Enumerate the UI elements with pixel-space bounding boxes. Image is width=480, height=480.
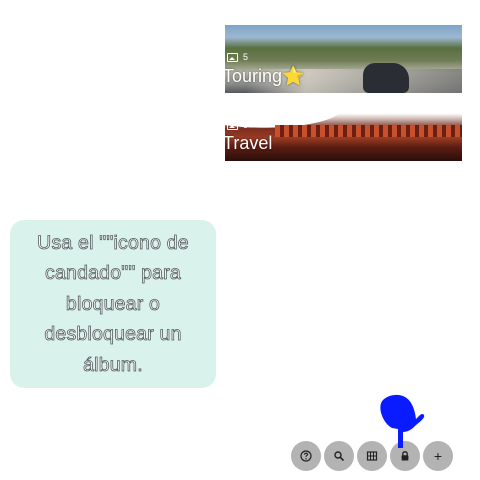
plus-icon: + — [433, 448, 443, 464]
hint-tooltip: Usa el ""icono de candado"" para bloquea… — [10, 220, 216, 388]
photo-icon — [227, 120, 238, 130]
lock-icon — [401, 451, 409, 461]
album-cover-motorcycle — [363, 63, 409, 93]
album-count: 5 — [243, 52, 249, 62]
hand-pointer-icon — [380, 394, 425, 448]
album-title: Travel — [225, 133, 273, 153]
album-card-travel[interactable]: 5 Travel — [225, 93, 462, 161]
album-list: 5 Touring⭐ 5 Travel — [225, 25, 462, 161]
album-title: Touring⭐ — [225, 66, 305, 86]
album-meta: 5 — [227, 120, 248, 130]
search-button[interactable] — [324, 441, 354, 471]
help-icon — [300, 450, 312, 462]
album-cover-pier — [275, 125, 462, 137]
album-card-touring[interactable]: 5 Touring⭐ — [225, 25, 462, 93]
photo-icon — [227, 52, 238, 62]
album-count: 5 — [243, 120, 249, 130]
grid-icon — [366, 451, 378, 461]
album-meta: 5 — [227, 52, 248, 62]
hint-text: Usa el ""icono de candado"" para bloquea… — [37, 231, 189, 376]
search-icon — [334, 451, 345, 462]
help-button[interactable] — [291, 441, 321, 471]
